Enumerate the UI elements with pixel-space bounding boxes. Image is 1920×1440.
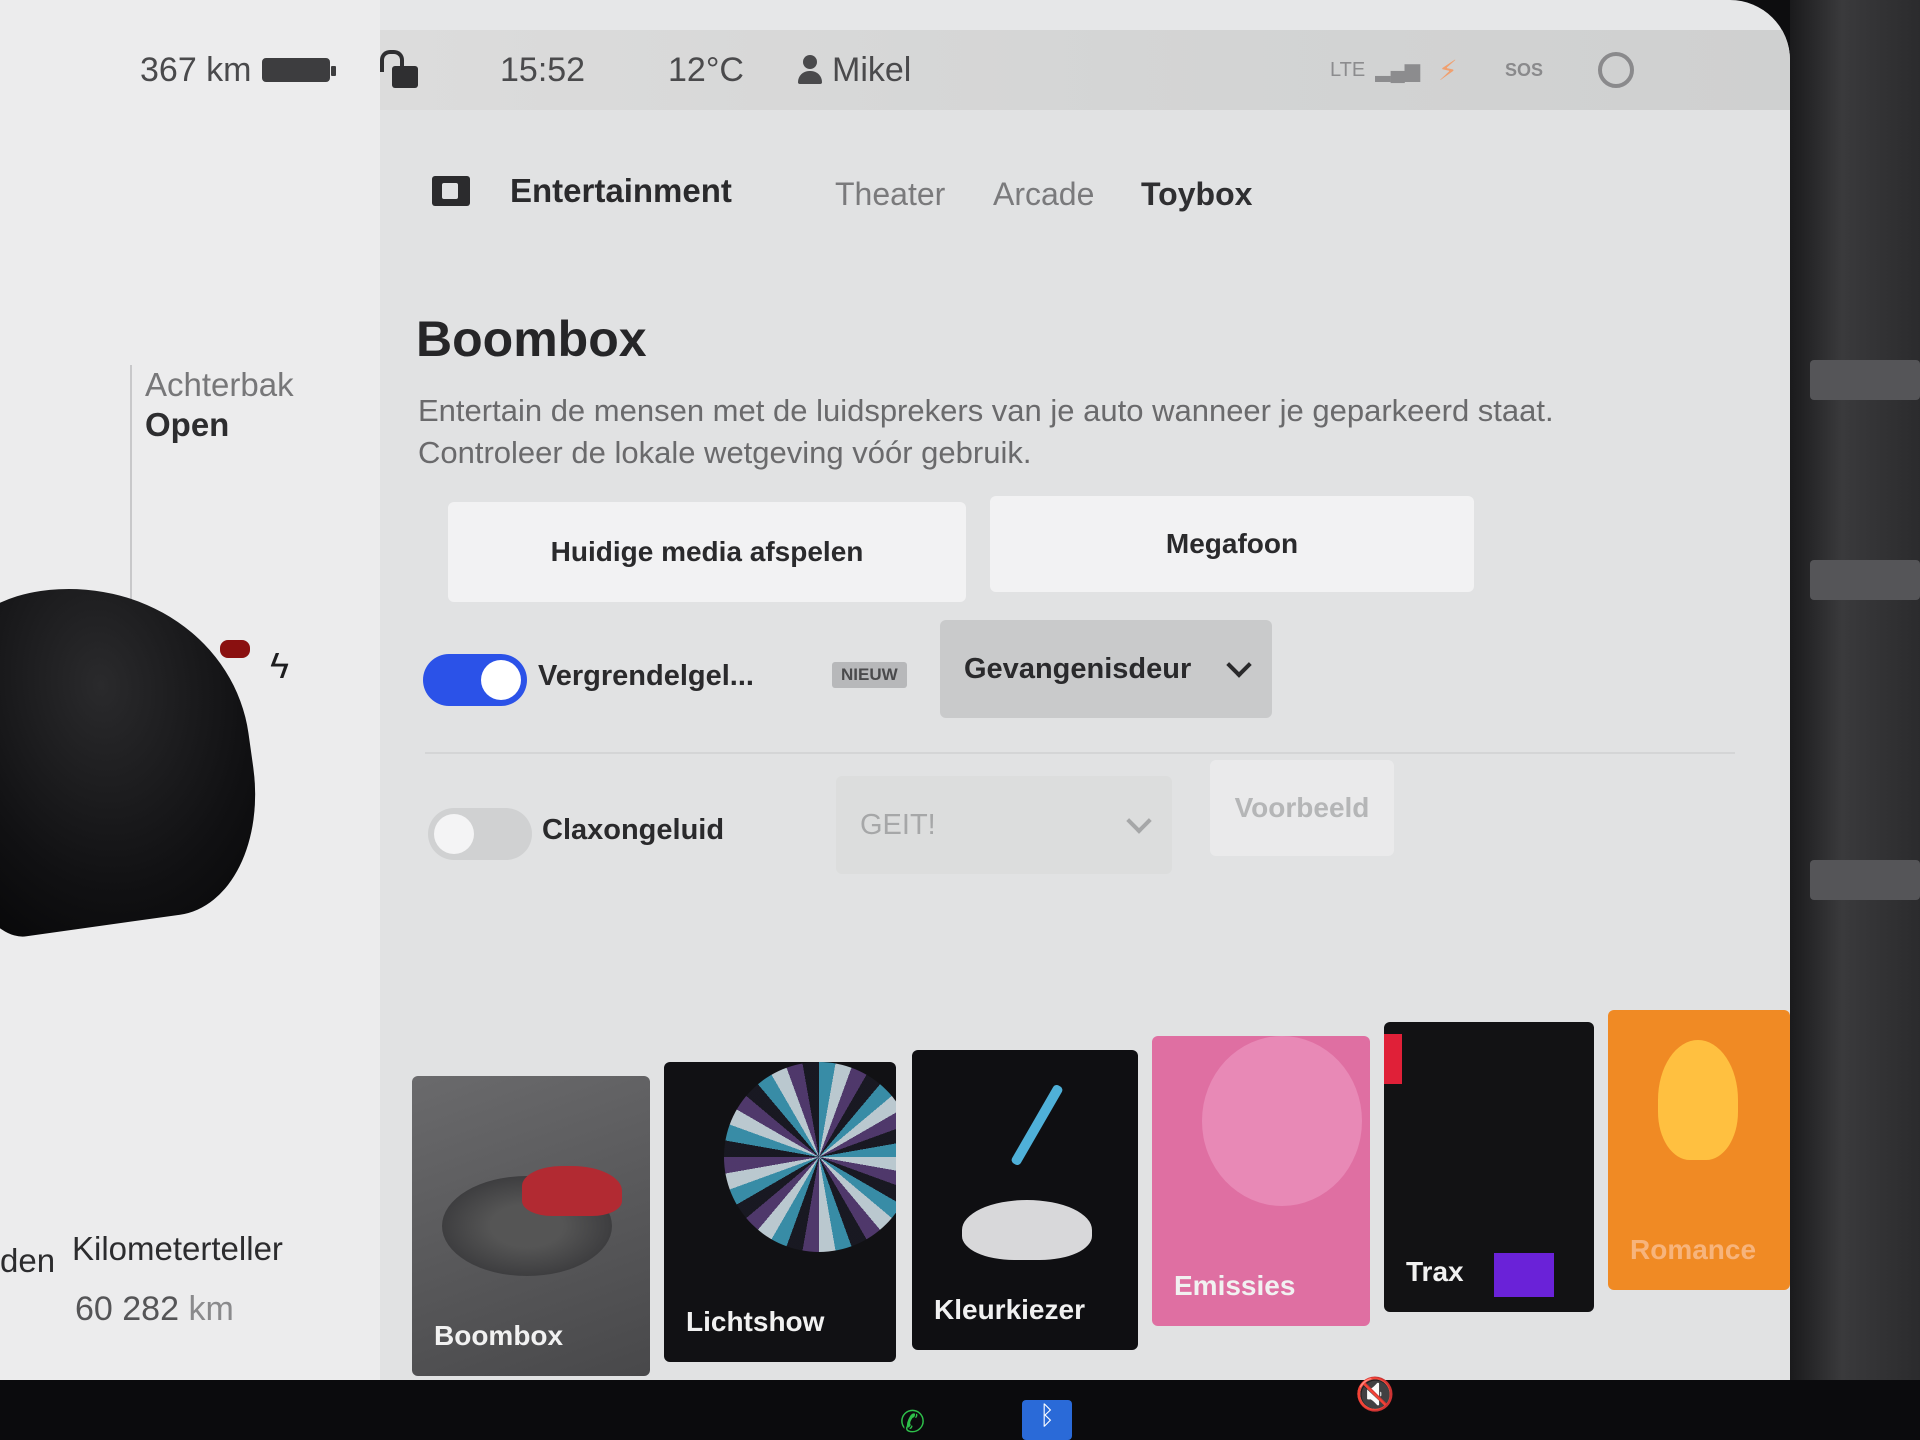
tile-lichtshow[interactable]: Lichtshow <box>664 1062 896 1362</box>
status-bar: 367 km 15:52 12°C Mikel LTE ▂▄▆ ⚡ SOS <box>0 30 1790 110</box>
lte-text: LTE <box>1330 58 1366 81</box>
time-text: 15:52 <box>500 50 586 89</box>
tile-trax[interactable]: Trax <box>1384 1022 1594 1312</box>
touchscreen: 367 km 15:52 12°C Mikel LTE ▂▄▆ ⚡ SOS Ac <box>0 0 1790 1380</box>
chevron-down-icon <box>1126 808 1152 834</box>
unlocked-icon[interactable] <box>380 50 418 88</box>
battery-icon <box>261 58 336 82</box>
divider <box>425 752 1735 754</box>
toggle-knob <box>481 660 521 700</box>
phone-icon[interactable]: ✆ <box>900 1405 925 1440</box>
preview-button[interactable]: Voorbeeld <box>1210 760 1394 856</box>
lock-status[interactable] <box>380 50 418 88</box>
tile-romance[interactable]: Romance <box>1608 1010 1790 1290</box>
person-icon <box>798 55 822 85</box>
signal-indicator: LTE ▂▄▆ <box>1330 58 1420 83</box>
signal-icon: ▂▄▆ <box>1375 59 1421 82</box>
horn-sound-label: Claxongeluid <box>542 814 725 846</box>
tile-label: Trax <box>1406 1256 1464 1287</box>
trunk-callout-line <box>130 365 132 615</box>
tile-label: Lichtshow <box>686 1306 825 1337</box>
bezel-stripe <box>1810 360 1920 400</box>
temperature-text: 12°C <box>668 50 744 89</box>
mute-icon[interactable]: 🔇 <box>1355 1375 1395 1413</box>
horn-sound-value: GEIT! <box>860 808 936 841</box>
bezel-stripe <box>1810 860 1920 900</box>
lock-sound-toggle[interactable] <box>423 654 527 706</box>
new-badge: NIEUW <box>832 662 907 688</box>
entertainment-title: Entertainment <box>510 172 732 209</box>
charge-status-icon: ⚡ <box>1438 54 1458 86</box>
play-current-media-button[interactable]: Huidige media afspelen <box>448 502 966 602</box>
sos-text: SOS <box>1505 59 1544 80</box>
user-profile[interactable]: Mikel <box>798 51 911 90</box>
tile-boombox[interactable]: Boombox <box>412 1076 650 1376</box>
lock-sound-value: Gevangenisdeur <box>964 652 1192 685</box>
tab-toybox[interactable]: Toybox <box>1141 176 1252 213</box>
trip-label-fragment: den <box>0 1242 56 1279</box>
horn-sound-toggle[interactable] <box>428 808 532 860</box>
user-name: Mikel <box>832 50 912 89</box>
odometer-number: 60 282 <box>75 1290 179 1328</box>
range-text: 367 km <box>140 50 252 89</box>
sos-button[interactable]: SOS <box>1505 60 1543 81</box>
charge-port-icon[interactable]: ϟ <box>270 645 289 687</box>
tile-label: Kleurkiezer <box>934 1294 1085 1325</box>
film-icon <box>432 176 470 206</box>
clock: 15:52 <box>500 51 585 90</box>
lock-sound-select[interactable]: Gevangenisdeur <box>940 620 1272 718</box>
bluetooth-icon[interactable]: ᛒ <box>1022 1400 1072 1440</box>
megaphone-button[interactable]: Megafoon <box>990 496 1474 592</box>
tile-label: Emissies <box>1174 1270 1296 1301</box>
tile-label: Romance <box>1630 1234 1757 1265</box>
status-circle-icon[interactable] <box>1598 52 1634 88</box>
temperature: 12°C <box>668 51 744 90</box>
car-taillight <box>220 640 250 658</box>
tab-arcade[interactable]: Arcade <box>993 176 1094 213</box>
horn-sound-select[interactable]: GEIT! <box>836 776 1172 874</box>
chevron-down-icon <box>1226 652 1252 678</box>
bottom-dock <box>0 1380 1920 1440</box>
screen-bezel <box>1790 0 1920 1440</box>
odometer-unit: km <box>188 1290 234 1328</box>
trunk-status[interactable]: Achterbak Open <box>145 365 294 445</box>
odometer-value: 60 282 km <box>75 1290 234 1329</box>
tile-emissies[interactable]: Emissies <box>1152 1036 1370 1326</box>
boombox-description: Entertain de mensen met de luidsprekers … <box>418 393 1554 470</box>
tile-label: Boombox <box>434 1320 564 1351</box>
trunk-label: Achterbak <box>145 366 294 403</box>
bezel-stripe <box>1810 560 1920 600</box>
shield-icon <box>1598 52 1634 88</box>
lock-sound-label: Vergrendelgel... <box>538 660 754 692</box>
tile-kleurkiezer[interactable]: Kleurkiezer <box>912 1050 1138 1350</box>
tab-theater[interactable]: Theater <box>835 176 945 213</box>
page-title: Boombox <box>416 311 647 367</box>
odometer-label: Kilometerteller <box>72 1230 283 1267</box>
range-indicator: 367 km <box>140 50 336 90</box>
map-strip <box>380 30 1790 110</box>
toggle-knob <box>434 814 474 854</box>
trunk-state: Open <box>145 406 230 443</box>
